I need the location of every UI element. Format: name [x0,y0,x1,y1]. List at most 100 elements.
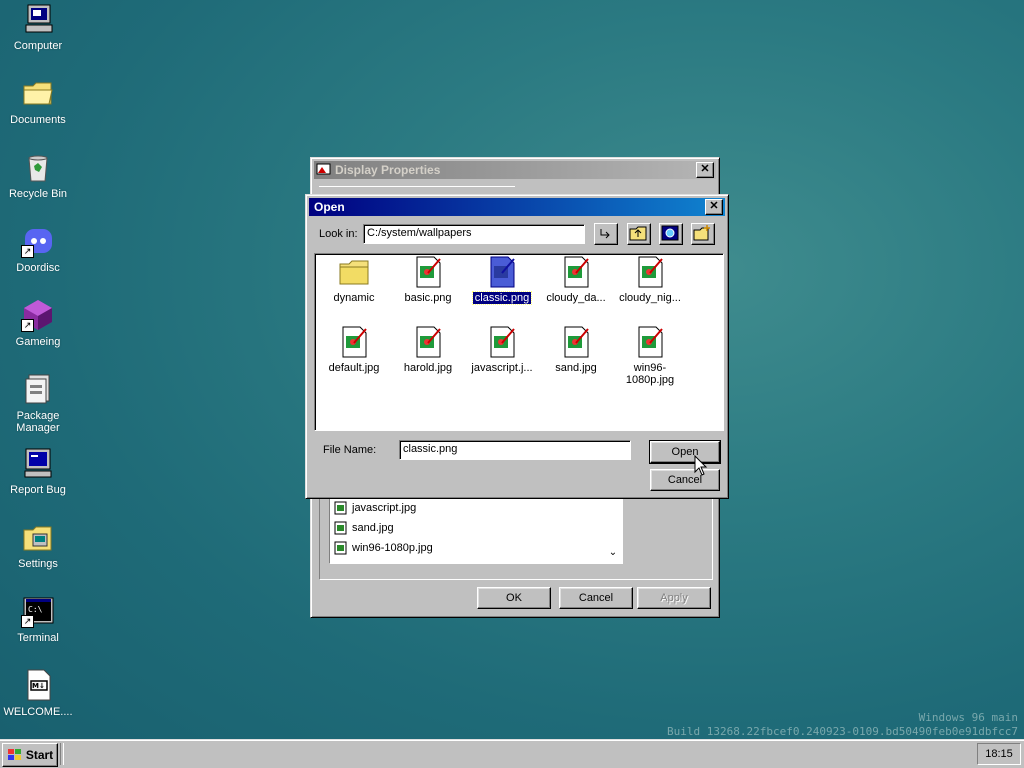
image-file-icon [486,256,518,288]
window-title: Open [314,200,345,214]
file-item-label: sand.jpg [555,362,597,374]
file-item[interactable]: default.jpg [316,326,392,374]
desktop-icon-label: Gameing [15,336,61,348]
look-in-field[interactable]: C:/system/wallpapers [363,224,585,244]
svg-text:M↓: M↓ [32,682,45,690]
file-item[interactable]: javascript.j... [464,326,540,374]
file-item-label: classic.png [471,291,533,305]
desktop-icon-recycle-bin[interactable]: Recycle Bin [0,150,76,200]
file-name-field[interactable]: classic.png [399,440,631,460]
image-file-icon [338,326,370,358]
image-file-icon [560,326,592,358]
image-file-icon [412,326,444,358]
desktop-icon-package-manager[interactable]: Package Manager [0,372,76,434]
image-file-icon [412,256,444,288]
mouse-cursor-icon [694,455,708,476]
report-bug-icon [21,446,55,480]
desktop-icon-label: Computer [13,40,63,52]
open-dialog[interactable]: Open ✕ Look in: C:/system/wallpapers dyn… [305,194,729,499]
desktop-icon-documents[interactable]: Documents [0,76,76,126]
apply-button[interactable]: Apply [637,587,711,609]
desktop-icon-settings[interactable]: Settings [0,520,76,570]
close-button[interactable]: ✕ [705,199,723,215]
file-item[interactable]: classic.png [464,256,540,305]
ok-button[interactable]: OK [477,587,551,609]
image-file-icon [334,501,347,515]
settings-icon [21,520,55,554]
taskbar-divider [60,743,64,765]
start-button[interactable]: Start [2,743,58,767]
shortcut-arrow-icon: ↗ [21,615,34,628]
start-label: Start [25,748,54,762]
image-file-icon [560,256,592,288]
go-up-level-button[interactable] [594,223,618,245]
list-item[interactable]: sand.jpg [334,519,394,537]
desktop-icon-terminal[interactable]: C:\ ↗ Terminal [0,594,76,644]
file-item-label: win96-1080p.jpg [625,362,675,386]
cancel-button[interactable]: Cancel [650,469,720,491]
chevron-down-icon[interactable]: ⌄ [606,547,620,561]
open-dialog-titlebar[interactable]: Open ✕ [309,198,725,216]
cancel-button[interactable]: Cancel [559,587,633,609]
package-manager-icon [21,372,55,406]
desktop-icon-label: Documents [10,114,66,126]
desktop-icon-report-bug[interactable]: Report Bug [0,446,76,496]
file-item-label: cloudy_nig... [619,292,681,304]
file-item[interactable]: sand.jpg [538,326,614,374]
system-tray: 18:15 [977,743,1021,765]
desktop-icon-gameing[interactable]: ↗ Gameing [0,298,76,348]
image-file-icon [486,326,518,358]
list-item-label: win96-1080p.jpg [352,542,433,554]
svg-text:C:\: C:\ [28,605,43,614]
list-item[interactable]: javascript.jpg [334,499,416,517]
file-item[interactable]: cloudy_nig... [612,256,688,304]
file-list-view[interactable]: dynamic basic.png classic.png cloudy_da... c… [314,253,724,431]
image-file-icon [634,256,666,288]
file-item-label: cloudy_da... [546,292,606,304]
file-item-label: javascript.j... [471,362,533,374]
desktop-button[interactable] [659,223,683,245]
file-item-label: basic.png [404,292,452,304]
list-item[interactable]: win96-1080p.jpg [334,539,433,557]
open-button[interactable]: Open [649,440,721,464]
recycle-bin-icon [21,150,55,184]
desktop-icon-computer[interactable]: Computer [0,2,76,52]
file-item-label: dynamic [333,292,375,304]
image-file-icon [334,521,347,535]
list-item-label: javascript.jpg [352,502,417,514]
desktop-icon-welcome[interactable]: M↓ WELCOME.... [0,668,76,718]
image-file-icon [634,326,666,358]
desktop-icon-label: Package Manager [16,410,60,434]
parent-folder-button[interactable] [627,223,651,245]
file-item[interactable]: win96-1080p.jpg [612,326,688,386]
window-title: Display Properties [335,163,441,177]
doordisc-icon: ↗ [21,224,55,258]
return-arrow-icon [600,229,610,239]
desktop-icon-label: Recycle Bin [8,188,68,200]
desktop-icon-label: Doordisc [16,262,60,274]
display-properties-icon [316,163,331,175]
terminal-icon: C:\ ↗ [21,594,55,628]
new-folder-button[interactable] [691,223,715,245]
file-item[interactable]: basic.png [390,256,466,304]
file-item[interactable]: cloudy_da... [538,256,614,304]
taskbar: Start 18:15 [0,739,1024,768]
file-item-label: default.jpg [328,362,380,374]
wallpaper-list[interactable]: javascript.jpg sand.jpg win96-1080p.jpg … [329,496,623,564]
image-file-icon [334,541,347,555]
desktop-icon-label: WELCOME.... [3,706,73,718]
shortcut-arrow-icon: ↗ [21,245,34,258]
look-in-label: Look in: [319,228,358,240]
folder-item[interactable]: dynamic [316,256,392,304]
desktop-icon-label: Report Bug [10,484,66,496]
list-item-label: sand.jpg [352,522,394,534]
gameing-icon: ↗ [21,298,55,332]
display-properties-titlebar[interactable]: Display Properties ✕ [314,161,716,179]
desktop-shortcut-icon [661,225,679,241]
new-folder-icon [693,225,710,241]
file-item[interactable]: harold.jpg [390,326,466,374]
clock[interactable]: 18:15 [985,748,1013,760]
desktop-icon-label: Terminal [17,632,59,644]
close-button[interactable]: ✕ [696,162,714,178]
desktop-icon-doordisc[interactable]: ↗ Doordisc [0,224,76,274]
